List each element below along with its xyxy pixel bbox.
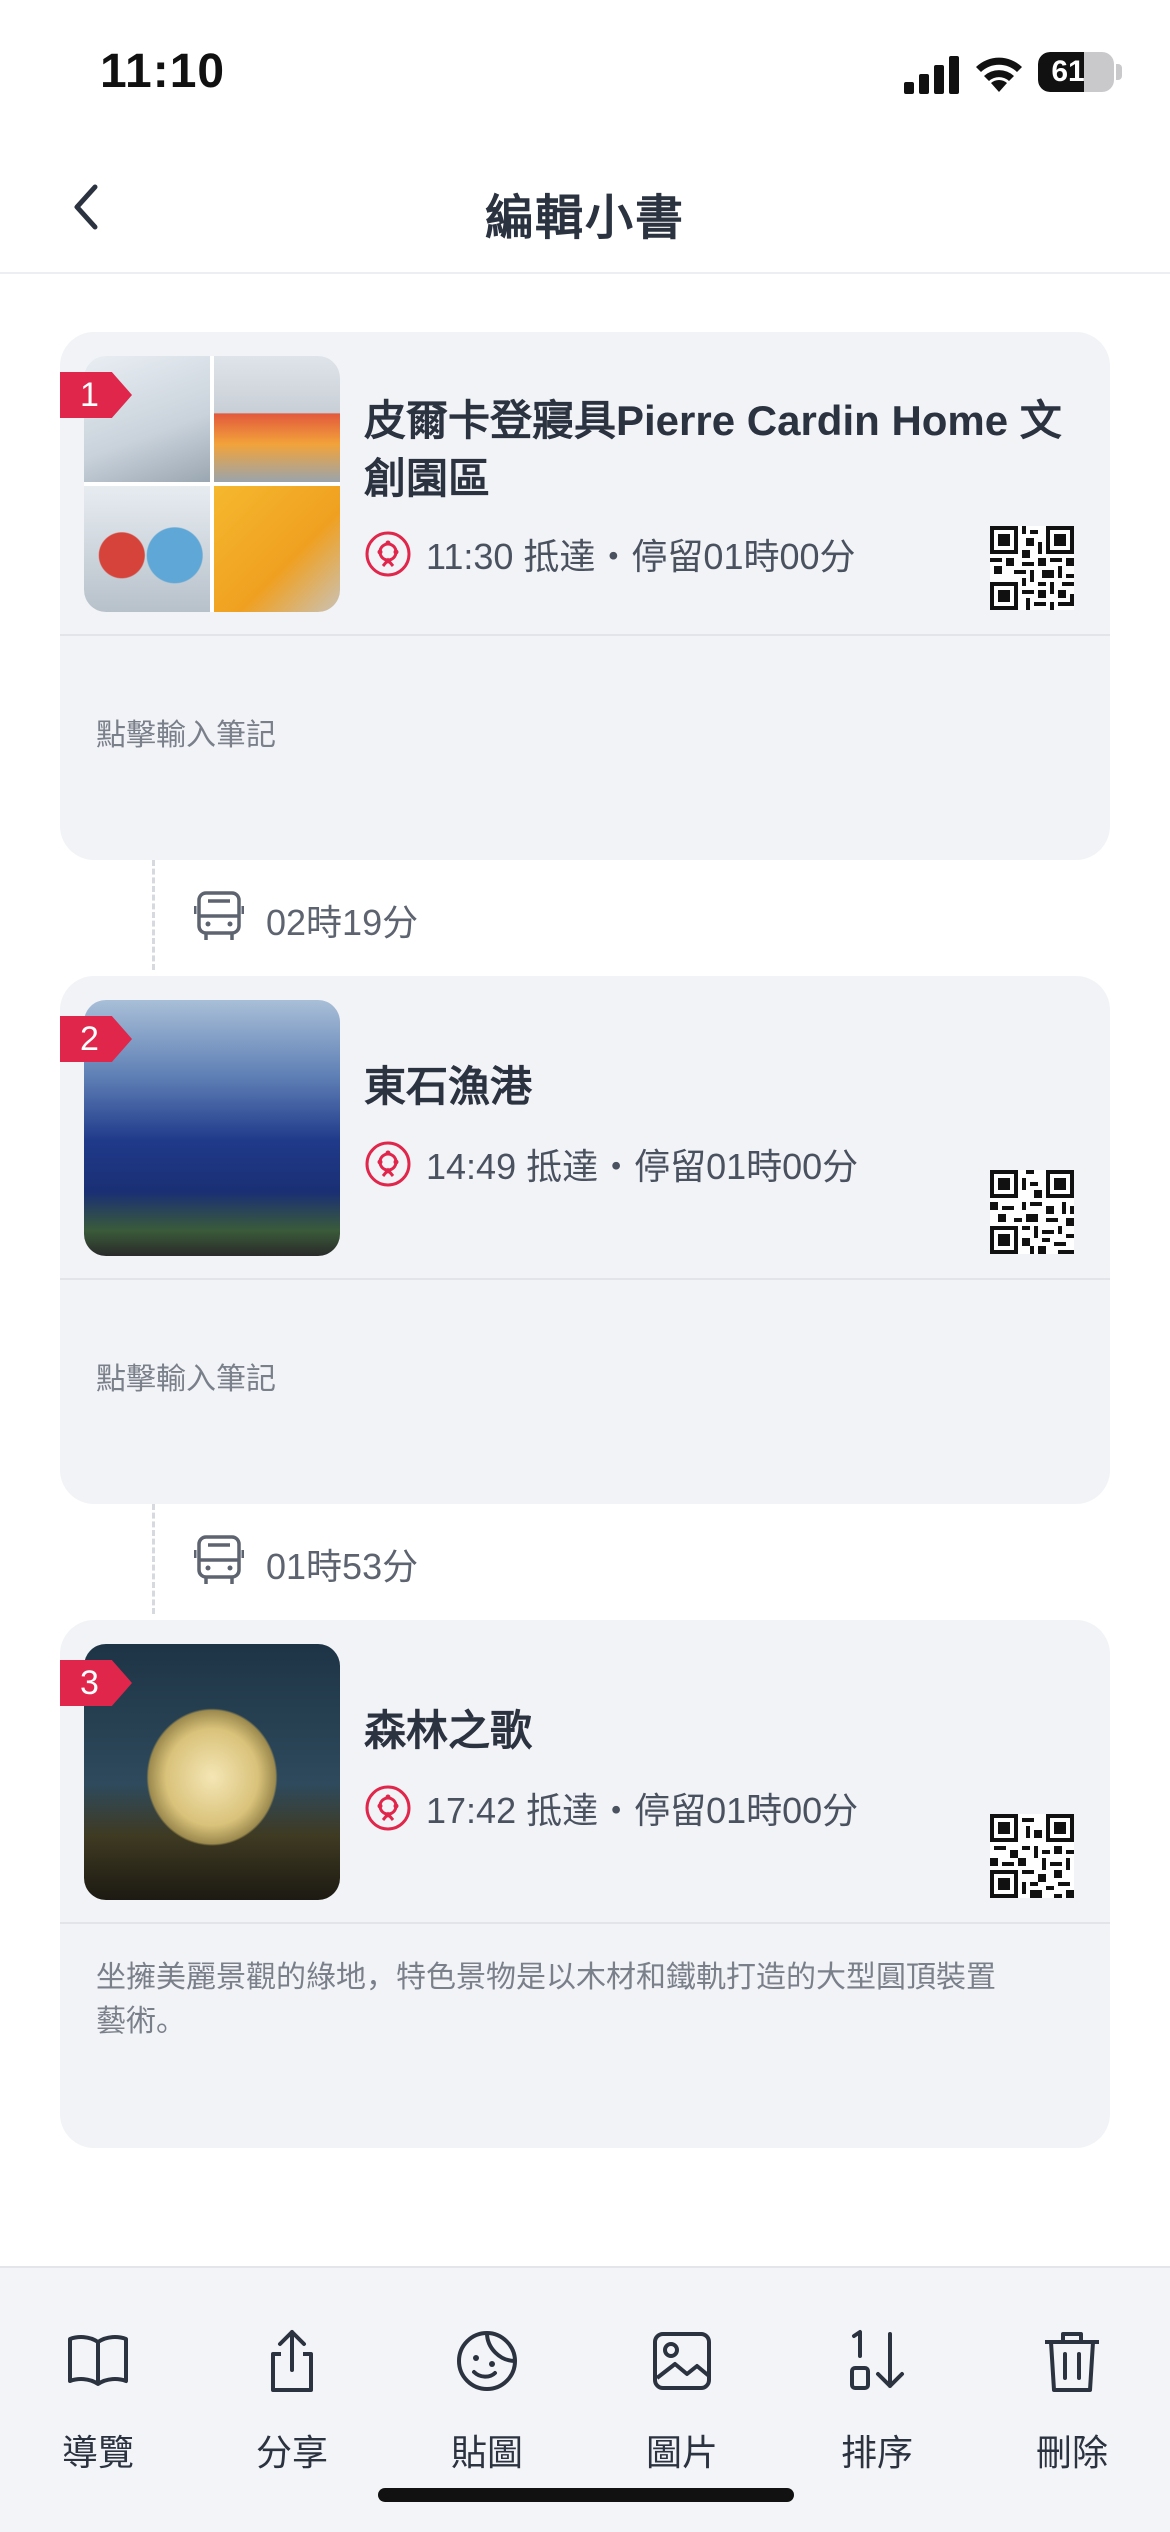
transit-duration: 02時19分 bbox=[266, 902, 419, 943]
tab-guide[interactable]: 導覽 bbox=[28, 2328, 168, 2476]
wifi-icon bbox=[976, 57, 1022, 92]
tab-delete[interactable]: 刪除 bbox=[1002, 2328, 1142, 2476]
stop-arrival-text: 11:30 抵達・停留01時00分 bbox=[426, 536, 856, 577]
stop-card[interactable]: 1 皮爾卡登寢具Pierre Cardin Home 文創園區 11:30 抵達… bbox=[60, 332, 1110, 860]
page-title: 編輯小書 bbox=[484, 192, 685, 245]
trash-icon bbox=[1045, 2332, 1099, 2392]
tab-label: 刪除 bbox=[1035, 2432, 1108, 2473]
tab-label: 圖片 bbox=[645, 2432, 718, 2473]
stop-note[interactable]: 點擊輸入筆記 bbox=[96, 714, 1010, 758]
stop-name: 皮爾卡登寢具Pierre Cardin Home 文創園區 bbox=[364, 397, 1062, 502]
route-connector bbox=[152, 860, 155, 970]
stop-card[interactable]: 2 東石漁港 14:49 抵達・停留01時00分 點擊輸入筆記 bbox=[60, 976, 1110, 1504]
stop-arrival: 17:42 抵達・停留01時00分 bbox=[364, 1782, 858, 1834]
stop-arrival-text: 17:42 抵達・停留01時00分 bbox=[426, 1790, 859, 1831]
stop-name: 東石漁港 bbox=[364, 1063, 533, 1110]
tab-label: 貼圖 bbox=[450, 2432, 523, 2473]
tab-sort[interactable]: 排序 bbox=[807, 2328, 947, 2476]
stop-arrival: 14:49 抵達・停留01時00分 bbox=[364, 1138, 858, 1190]
tab-share[interactable]: 分享 bbox=[222, 2328, 362, 2476]
route-connector bbox=[152, 1504, 155, 1614]
cellular-signal-icon bbox=[904, 56, 959, 94]
stop-name: 森林之歌 bbox=[364, 1707, 533, 1754]
battery-icon: 61 bbox=[1038, 52, 1114, 92]
status-bar: 11:10 61 bbox=[0, 0, 1170, 140]
attraction-icon bbox=[365, 1141, 411, 1187]
qr-code-icon[interactable] bbox=[990, 1170, 1074, 1254]
tab-label: 導覽 bbox=[61, 2432, 134, 2473]
transit-duration: 01時53分 bbox=[266, 1546, 419, 1587]
stop-card[interactable]: 3 森林之歌 17:42 抵達・停留01時00分 坐擁美麗景觀的綠地，特色景物是… bbox=[60, 1620, 1110, 2148]
itinerary-list: 1 皮爾卡登寢具Pierre Cardin Home 文創園區 11:30 抵達… bbox=[0, 276, 1170, 2266]
stop-arrival-text: 14:49 抵達・停留01時00分 bbox=[426, 1146, 859, 1187]
stop-arrival: 11:30 抵達・停留01時00分 bbox=[364, 528, 856, 580]
battery-cap bbox=[1116, 64, 1122, 80]
tab-label: 分享 bbox=[255, 2432, 328, 2473]
qr-code-icon[interactable] bbox=[990, 1814, 1074, 1898]
share-icon bbox=[271, 2330, 313, 2392]
sticker-icon bbox=[457, 2331, 517, 2391]
sort-icon bbox=[850, 2330, 904, 2390]
image-icon bbox=[653, 2332, 711, 2390]
status-time: 11:10 bbox=[100, 45, 226, 98]
home-indicator bbox=[378, 2488, 794, 2502]
stop-note[interactable]: 點擊輸入筆記 bbox=[96, 1358, 1010, 1402]
tab-sticker[interactable]: 貼圖 bbox=[417, 2328, 557, 2476]
bus-icon bbox=[194, 1535, 244, 1584]
nav-bar: 編輯小書 bbox=[0, 140, 1170, 274]
battery-level: 61 bbox=[1051, 55, 1085, 88]
tab-label: 排序 bbox=[840, 2432, 913, 2473]
book-icon bbox=[68, 2335, 128, 2386]
transit-segment: 02時19分 bbox=[60, 860, 1110, 970]
qr-code-icon[interactable] bbox=[990, 526, 1074, 610]
tab-image[interactable]: 圖片 bbox=[612, 2328, 752, 2476]
stop-note[interactable]: 坐擁美麗景觀的綠地，特色景物是以木材和鐵軌打造的大型圓頂裝置藝術。 bbox=[96, 1956, 1010, 2044]
attraction-icon bbox=[365, 1785, 411, 1831]
transit-segment: 01時53分 bbox=[60, 1504, 1110, 1614]
attraction-icon bbox=[365, 531, 411, 577]
bus-icon bbox=[194, 891, 244, 940]
